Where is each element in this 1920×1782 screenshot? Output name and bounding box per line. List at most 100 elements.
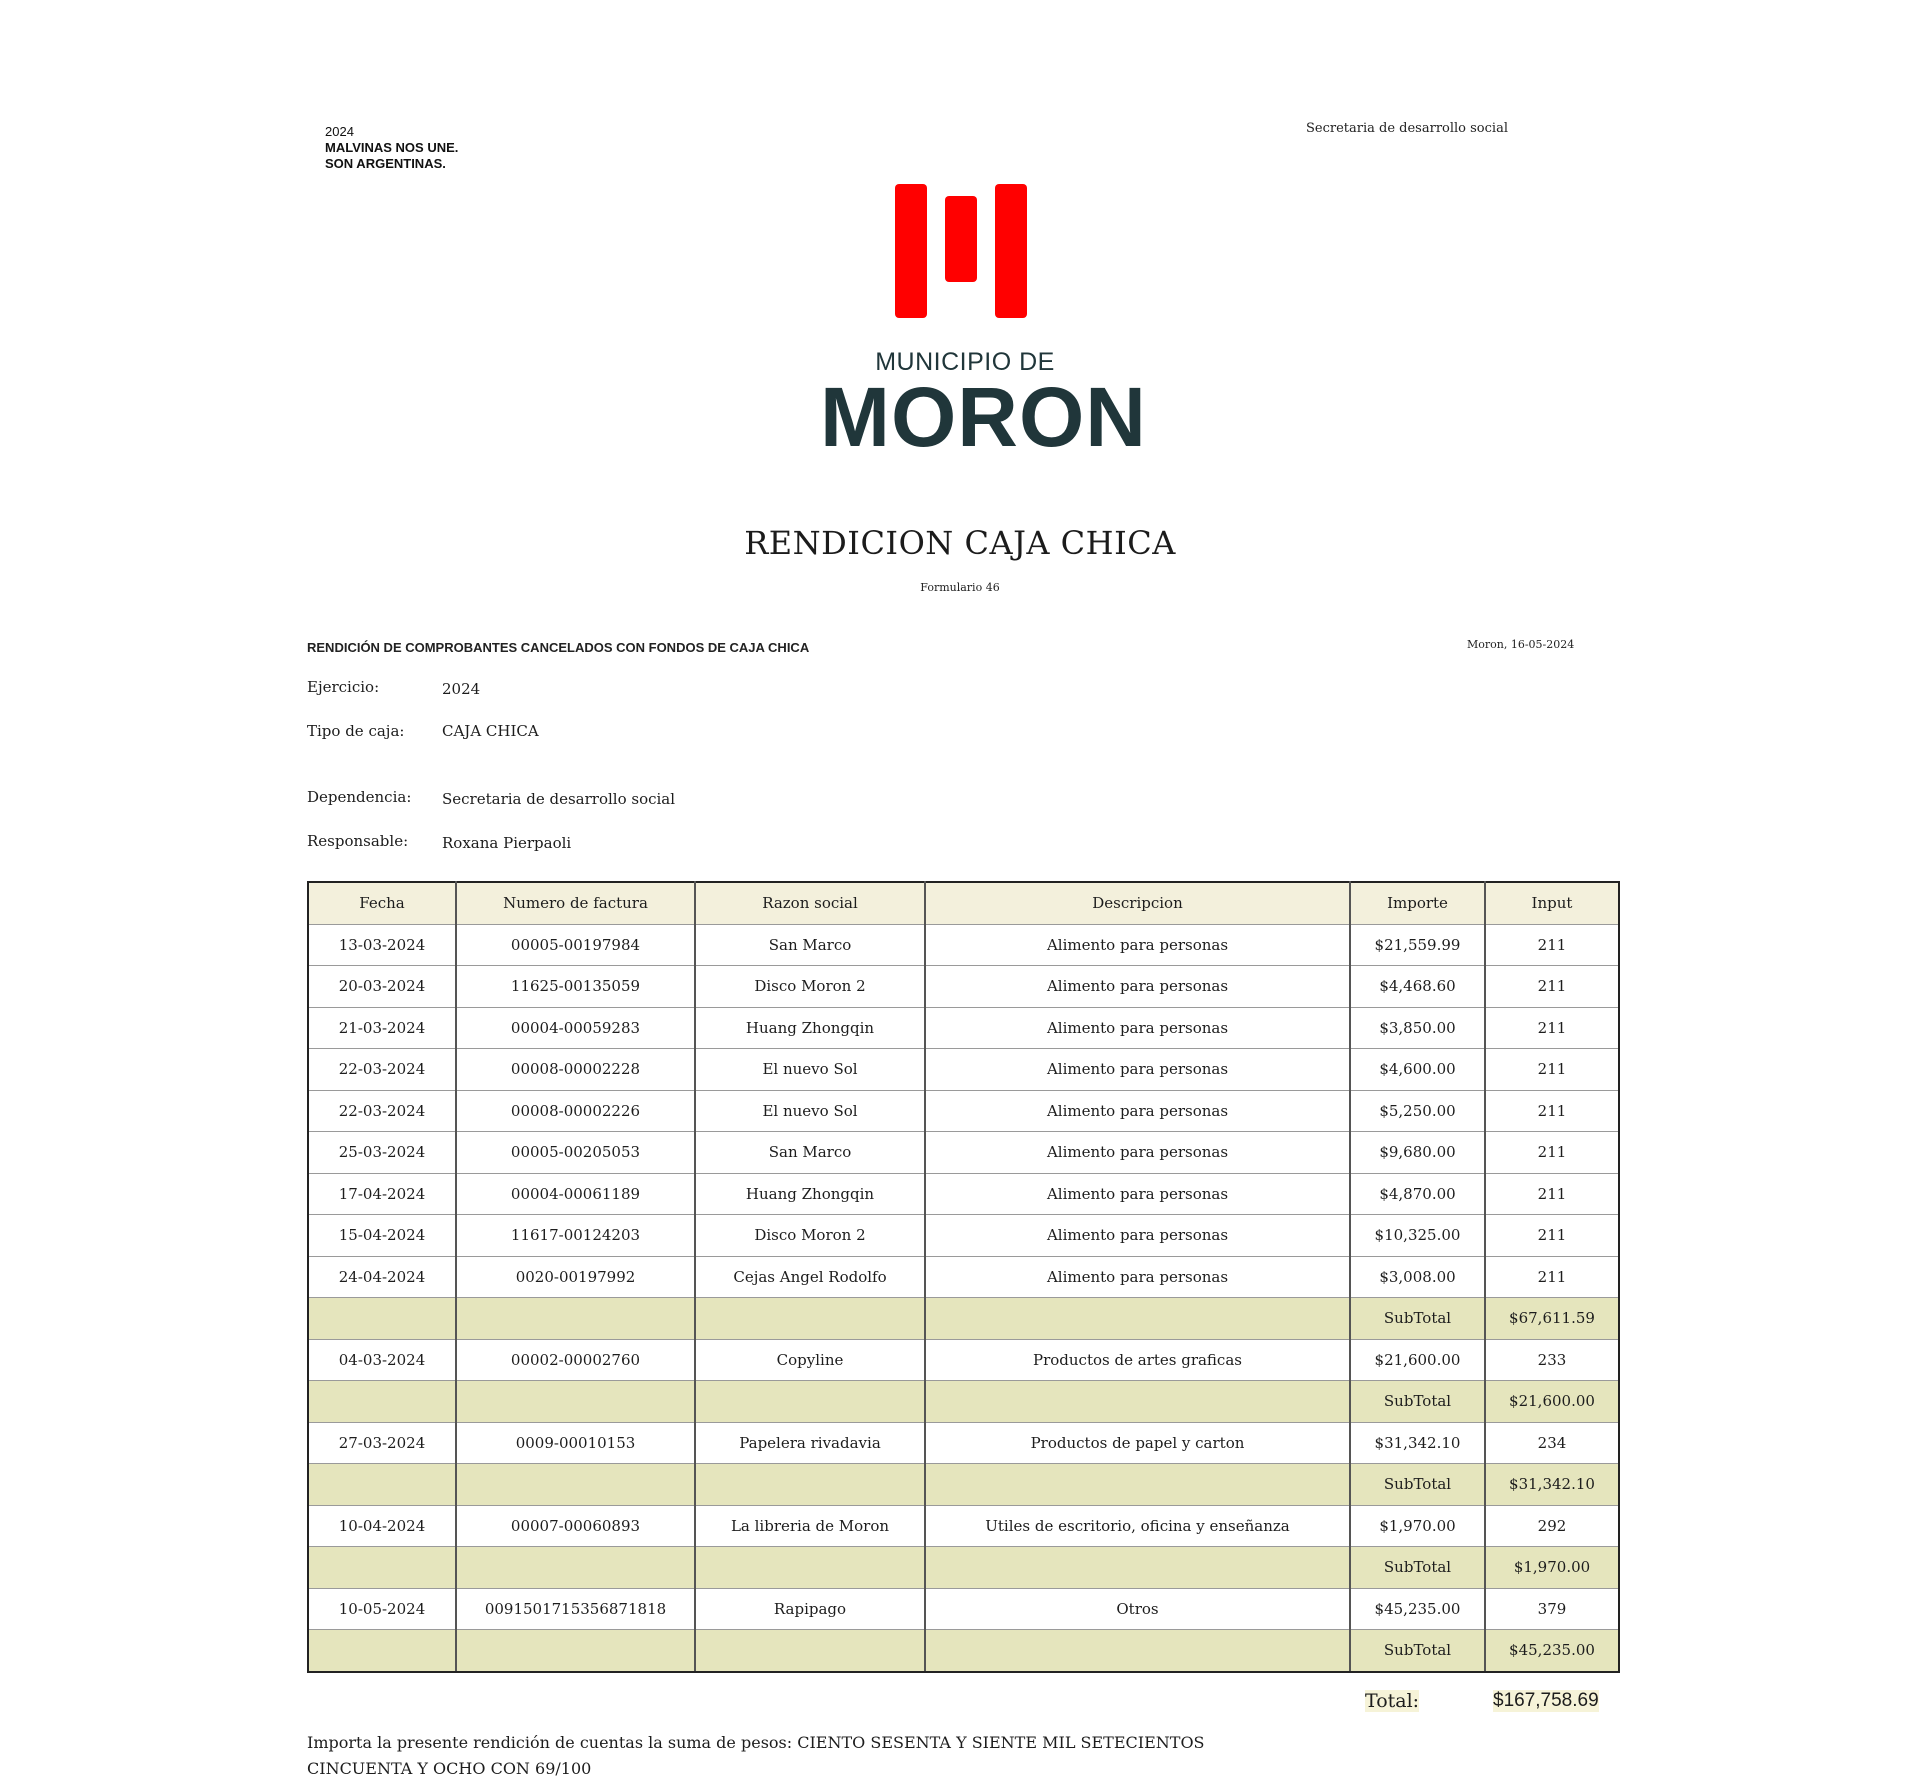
subtotal-row: SubTotal $45,235.00 bbox=[307, 1629, 1620, 1673]
municipio-logo: MUNICIPIO DE MORON bbox=[820, 178, 1146, 459]
table-cell bbox=[455, 1629, 696, 1673]
table-cell: 22-03-2024 bbox=[307, 1048, 457, 1091]
total-label: Total: bbox=[1365, 1690, 1420, 1712]
table-row: 22-03-2024 00008-00002228 El nuevo Sol Alim… bbox=[307, 1048, 1620, 1091]
table-cell bbox=[307, 1629, 457, 1673]
table-cell: Utiles de escritorio, oficina y enseñanz… bbox=[924, 1504, 1351, 1547]
table-cell: 211 bbox=[1484, 1131, 1620, 1174]
table-cell: SubTotal bbox=[1349, 1629, 1486, 1673]
dependencia-label: Dependencia: bbox=[307, 788, 412, 806]
table-cell: 20-03-2024 bbox=[307, 965, 457, 1008]
table-cell: $45,235.00 bbox=[1484, 1629, 1620, 1673]
table-cell: Alimento para personas bbox=[924, 1255, 1351, 1298]
subtotal-row: SubTotal $31,342.10 bbox=[307, 1463, 1620, 1506]
subtotal-row: SubTotal $1,970.00 bbox=[307, 1546, 1620, 1589]
document-title: RENDICION CAJA CHICA bbox=[744, 524, 1176, 562]
table-cell: $4,870.00 bbox=[1349, 1172, 1486, 1215]
table-cell: $5,250.00 bbox=[1349, 1089, 1486, 1132]
section-heading: RENDICIÓN DE COMPROBANTES CANCELADOS CON… bbox=[307, 640, 810, 655]
table-row: 15-04-2024 11617-00124203 Disco Moron 2 Ali… bbox=[307, 1214, 1620, 1257]
table-cell: $10,325.00 bbox=[1349, 1214, 1486, 1257]
table-cell: Otros bbox=[924, 1587, 1351, 1630]
table-cell bbox=[455, 1546, 696, 1589]
table-cell bbox=[694, 1546, 926, 1589]
table-cell: SubTotal bbox=[1349, 1297, 1486, 1340]
table-cell: SubTotal bbox=[1349, 1463, 1486, 1506]
table-cell: Alimento para personas bbox=[924, 1172, 1351, 1215]
subtotal-row: SubTotal $21,600.00 bbox=[307, 1380, 1620, 1423]
table-row: 04-03-2024 00002-00002760 Copyline Producto… bbox=[307, 1338, 1620, 1381]
document-page: 2024 MALVINAS NOS UNE. SON ARGENTINAS. S… bbox=[0, 0, 1920, 1778]
table-cell: SubTotal bbox=[1349, 1380, 1486, 1423]
table-cell: Alimento para personas bbox=[924, 965, 1351, 1008]
table-cell: 10-05-2024 bbox=[307, 1587, 457, 1630]
table-cell: 211 bbox=[1484, 1048, 1620, 1091]
table-row: 13-03-2024 00005-00197984 San Marco Aliment… bbox=[307, 923, 1620, 966]
table-cell: $1,970.00 bbox=[1484, 1546, 1620, 1589]
table-cell: 21-03-2024 bbox=[307, 1006, 457, 1049]
responsable-value: Roxana Pierpaoli bbox=[442, 834, 572, 852]
column-header: Numero de factura bbox=[455, 881, 696, 925]
table-cell: 211 bbox=[1484, 1006, 1620, 1049]
table-cell bbox=[924, 1380, 1351, 1423]
table-cell: Copyline bbox=[694, 1338, 926, 1381]
column-header: Razon social bbox=[694, 881, 926, 925]
total-value: $167,758.69 bbox=[1493, 1690, 1599, 1712]
table-cell: 11625-00135059 bbox=[455, 965, 696, 1008]
subtotal-row: SubTotal $67,611.59 bbox=[307, 1297, 1620, 1340]
table-cell: Disco Moron 2 bbox=[694, 965, 926, 1008]
table-cell: 233 bbox=[1484, 1338, 1620, 1381]
table-cell: $21,559.99 bbox=[1349, 923, 1486, 966]
table-cell: Huang Zhongqin bbox=[694, 1006, 926, 1049]
table-cell: 211 bbox=[1484, 923, 1620, 966]
header-department: Secretaria de desarrollo social bbox=[1306, 121, 1508, 136]
tipo-value: CAJA CHICA bbox=[442, 722, 539, 740]
table-cell bbox=[307, 1297, 457, 1340]
table-row: 10-05-2024 0091501715356871818 Rapipago Otr… bbox=[307, 1587, 1620, 1630]
meta-row-responsable: Responsable: Roxana Pierpaoli bbox=[307, 830, 675, 854]
table-cell: Alimento para personas bbox=[924, 1048, 1351, 1091]
table-cell bbox=[694, 1380, 926, 1423]
table-cell: $9,680.00 bbox=[1349, 1131, 1486, 1174]
table-cell: 15-04-2024 bbox=[307, 1214, 457, 1257]
table-cell: 27-03-2024 bbox=[307, 1421, 457, 1464]
table-cell: 211 bbox=[1484, 1089, 1620, 1132]
table-cell: Disco Moron 2 bbox=[694, 1214, 926, 1257]
table-cell: 00002-00002760 bbox=[455, 1338, 696, 1381]
table-row: 17-04-2024 00004-00061189 Huang Zhongqin Al… bbox=[307, 1172, 1620, 1215]
table-cell: 292 bbox=[1484, 1504, 1620, 1547]
table-cell: Alimento para personas bbox=[924, 1006, 1351, 1049]
table-cell: $1,970.00 bbox=[1349, 1504, 1486, 1547]
document-subtitle: Formulario 46 bbox=[920, 581, 1000, 594]
ejercicio-label: Ejercicio: bbox=[307, 678, 380, 696]
slogan-line-1: MALVINAS NOS UNE. bbox=[325, 140, 459, 155]
table-cell: 379 bbox=[1484, 1587, 1620, 1630]
table-cell bbox=[924, 1297, 1351, 1340]
table-cell: $3,850.00 bbox=[1349, 1006, 1486, 1049]
table-row: 27-03-2024 0009-00010153 Papelera rivadavi… bbox=[307, 1421, 1620, 1464]
table-cell bbox=[924, 1629, 1351, 1673]
table-cell: $31,342.10 bbox=[1349, 1421, 1486, 1464]
table-cell: Productos de artes graficas bbox=[924, 1338, 1351, 1381]
table-cell: 00005-00205053 bbox=[455, 1131, 696, 1174]
table-header-row: Fecha Numero de factura Razon social Des… bbox=[307, 881, 1620, 925]
table-cell: Alimento para personas bbox=[924, 1089, 1351, 1132]
table-cell: Cejas Angel Rodolfo bbox=[694, 1255, 926, 1298]
municipio-mark-icon bbox=[895, 184, 1027, 318]
table-cell: 211 bbox=[1484, 965, 1620, 1008]
table-cell: Rapipago bbox=[694, 1587, 926, 1630]
slogan-line-2: SON ARGENTINAS. bbox=[325, 156, 446, 171]
slogan: 2024 MALVINAS NOS UNE. SON ARGENTINAS. bbox=[325, 124, 458, 172]
place-date: Moron, 16-05-2024 bbox=[1467, 638, 1575, 651]
column-header: Fecha bbox=[307, 881, 457, 925]
table-cell: San Marco bbox=[694, 923, 926, 966]
table-cell: 17-04-2024 bbox=[307, 1172, 457, 1215]
table-cell: Huang Zhongqin bbox=[694, 1172, 926, 1215]
column-header: Input bbox=[1484, 881, 1620, 925]
table-cell: 10-04-2024 bbox=[307, 1504, 457, 1547]
amount-words-prefix: Importa la presente rendición de cuentas… bbox=[307, 1733, 793, 1752]
table-cell: El nuevo Sol bbox=[694, 1048, 926, 1091]
table-cell: Alimento para personas bbox=[924, 923, 1351, 966]
dependencia-value: Secretaria de desarrollo social bbox=[442, 790, 676, 808]
table-cell: 22-03-2024 bbox=[307, 1089, 457, 1132]
